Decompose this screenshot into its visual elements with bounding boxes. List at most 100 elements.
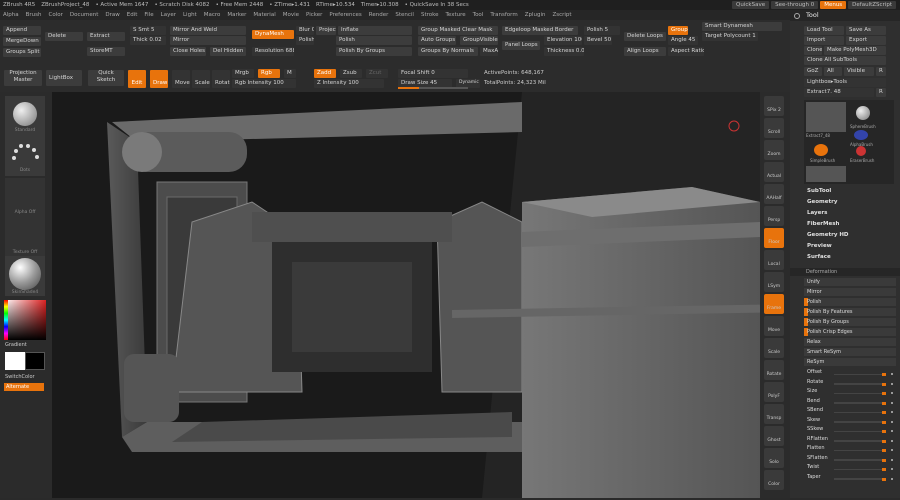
shelf-local-button[interactable]: Local <box>764 250 784 270</box>
deform-skew-slider[interactable]: Skew <box>804 416 896 425</box>
thick-slider[interactable]: Thick 0.02 <box>130 36 166 45</box>
all-button[interactable]: All <box>824 67 842 76</box>
slider-knob[interactable] <box>882 430 886 433</box>
clone-all-subtools-button[interactable]: Clone All SubTools <box>804 56 886 65</box>
deform-resym-button[interactable]: ReSym <box>804 358 896 366</box>
see-through-slider[interactable]: See-through 0 <box>771 1 819 9</box>
slider-track[interactable] <box>834 459 886 461</box>
slider-track[interactable] <box>834 402 886 404</box>
menu-draw[interactable]: Draw <box>105 12 119 18</box>
deform-sflatten-slider[interactable]: SFlatten <box>804 454 896 463</box>
menu-alpha[interactable]: Alpha <box>3 12 19 18</box>
deform-polish-by-groups-button[interactable]: Polish By Groups <box>804 318 896 326</box>
color-picker[interactable] <box>4 300 46 340</box>
group-button[interactable]: Group <box>668 26 688 35</box>
deform-relax-button[interactable]: Relax <box>804 338 896 346</box>
polish-5-slider[interactable]: Polish 5 <box>584 26 620 35</box>
max-angle-slider[interactable]: MaxAn <box>480 47 498 56</box>
slider-track[interactable] <box>834 392 886 394</box>
load-tool-button[interactable]: Load Tool <box>804 26 844 35</box>
make-polymesh3d-button[interactable]: Make PolyMesh3D <box>824 46 886 55</box>
edit-button[interactable]: Edit <box>128 70 146 88</box>
m-button[interactable]: M <box>284 69 296 78</box>
section-preview[interactable]: Preview <box>804 241 896 251</box>
project-button[interactable]: Project <box>316 26 336 35</box>
menu-light[interactable]: Light <box>183 12 197 18</box>
extract-button[interactable]: Extract <box>87 32 125 41</box>
zsub-button[interactable]: Zsub <box>340 69 362 78</box>
menu-movie[interactable]: Movie <box>283 12 299 18</box>
menu-color[interactable]: Color <box>49 12 63 18</box>
zcut-button[interactable]: Zcut <box>366 69 388 78</box>
lightbox-button[interactable]: LightBox <box>46 70 82 86</box>
scale-button[interactable]: Scale <box>192 70 210 88</box>
menus-button[interactable]: Menus <box>820 1 847 9</box>
quicksave-button[interactable]: QuickSave <box>732 1 770 9</box>
slider-track[interactable] <box>834 468 886 470</box>
menu-zscript[interactable]: Zscript <box>552 12 571 18</box>
alternate-button[interactable]: Alternate <box>4 383 44 391</box>
mirror-button[interactable]: Mirror <box>170 36 246 45</box>
blur-slider[interactable]: Blur 0 <box>296 26 314 35</box>
shelf-actual-button[interactable]: Actual <box>764 162 784 182</box>
projection-master-button[interactable]: Projection Master <box>4 70 42 86</box>
shelf-move-button[interactable]: Move <box>764 316 784 336</box>
shelf-aahalf-button[interactable]: AAHalf <box>764 184 784 204</box>
shelf-spix-2-button[interactable]: SPix 2 <box>764 96 784 116</box>
shelf-floor-button[interactable]: Floor <box>764 228 784 248</box>
menu-transform[interactable]: Transform <box>490 12 517 18</box>
section-geometry-hd[interactable]: Geometry HD <box>804 230 896 240</box>
shelf-lsym-button[interactable]: LSym <box>764 272 784 292</box>
menu-zplugin[interactable]: Zplugin <box>525 12 546 18</box>
shelf-rotate-button[interactable]: Rotate <box>764 360 784 380</box>
canvas-viewport[interactable] <box>52 92 760 498</box>
smart-dynamesh-button[interactable]: Smart Dynamesh <box>702 22 782 31</box>
slider-track[interactable] <box>834 478 886 480</box>
resolution-slider[interactable]: Resolution 688 <box>252 47 294 56</box>
polish-slider[interactable]: Polish 0 <box>296 36 314 45</box>
main-color-swatch[interactable] <box>5 352 25 370</box>
panel-loops-button[interactable]: Panel Loops <box>502 41 540 50</box>
section-geometry[interactable]: Geometry <box>804 197 896 207</box>
menu-macro[interactable]: Macro <box>204 12 221 18</box>
slider-track[interactable] <box>834 411 886 413</box>
shelf-solo-button[interactable]: Solo <box>764 448 784 468</box>
import-button[interactable]: Import <box>804 36 844 45</box>
mirror-and-weld-button[interactable]: Mirror And Weld <box>170 26 246 35</box>
slider-track[interactable] <box>834 421 886 423</box>
append-button[interactable]: Append <box>3 26 41 35</box>
deform-polish-button[interactable]: Polish <box>804 298 896 306</box>
bevel-slider[interactable]: Bevel 50 <box>584 36 612 45</box>
mrgb-button[interactable]: Mrgb <box>232 69 254 78</box>
hue-strip[interactable] <box>4 300 8 340</box>
deform-sskew-slider[interactable]: SSkew <box>804 425 896 434</box>
shelf-transp-button[interactable]: Transp <box>764 404 784 424</box>
save-as-button[interactable]: Save As <box>846 26 886 35</box>
menu-layer[interactable]: Layer <box>161 12 176 18</box>
section-layers[interactable]: Layers <box>804 208 896 218</box>
groups-by-normals-button[interactable]: Groups By Normals <box>418 47 478 56</box>
visible-button[interactable]: Visible <box>844 67 874 76</box>
slider-knob[interactable] <box>882 373 886 376</box>
slider-knob[interactable] <box>882 439 886 443</box>
deform-offset-slider[interactable]: Offset <box>804 368 896 377</box>
target-polycount-slider[interactable]: Target Polycount 1 <box>702 32 758 41</box>
focal-shift-slider[interactable]: Focal Shift 0 <box>398 69 468 78</box>
align-loops-button[interactable]: Align Loops <box>624 47 666 56</box>
polish-by-groups-button[interactable]: Polish By Groups <box>336 47 412 56</box>
menu-stencil[interactable]: Stencil <box>395 12 414 18</box>
angle-slider[interactable]: Angle 45 <box>668 36 698 45</box>
rotate-button[interactable]: Rotate <box>212 70 230 88</box>
close-holes-button[interactable]: Close Holes <box>170 47 206 56</box>
slider-track[interactable] <box>834 449 886 451</box>
secondary-color-swatch[interactable] <box>25 352 45 370</box>
dynamesh-button[interactable]: DynaMesh <box>252 30 294 39</box>
extract-tool-thumb[interactable] <box>806 102 846 132</box>
deform-mirror-button[interactable]: Mirror <box>804 288 896 296</box>
group-visible-button[interactable]: GroupVisible <box>460 36 498 45</box>
menu-marker[interactable]: Marker <box>227 12 246 18</box>
slider-knob[interactable] <box>882 468 886 471</box>
simple-brush-icon[interactable] <box>814 144 828 156</box>
z-intensity-slider[interactable]: Z Intensity 100 <box>314 79 384 88</box>
delete-button[interactable]: Delete <box>45 32 83 41</box>
